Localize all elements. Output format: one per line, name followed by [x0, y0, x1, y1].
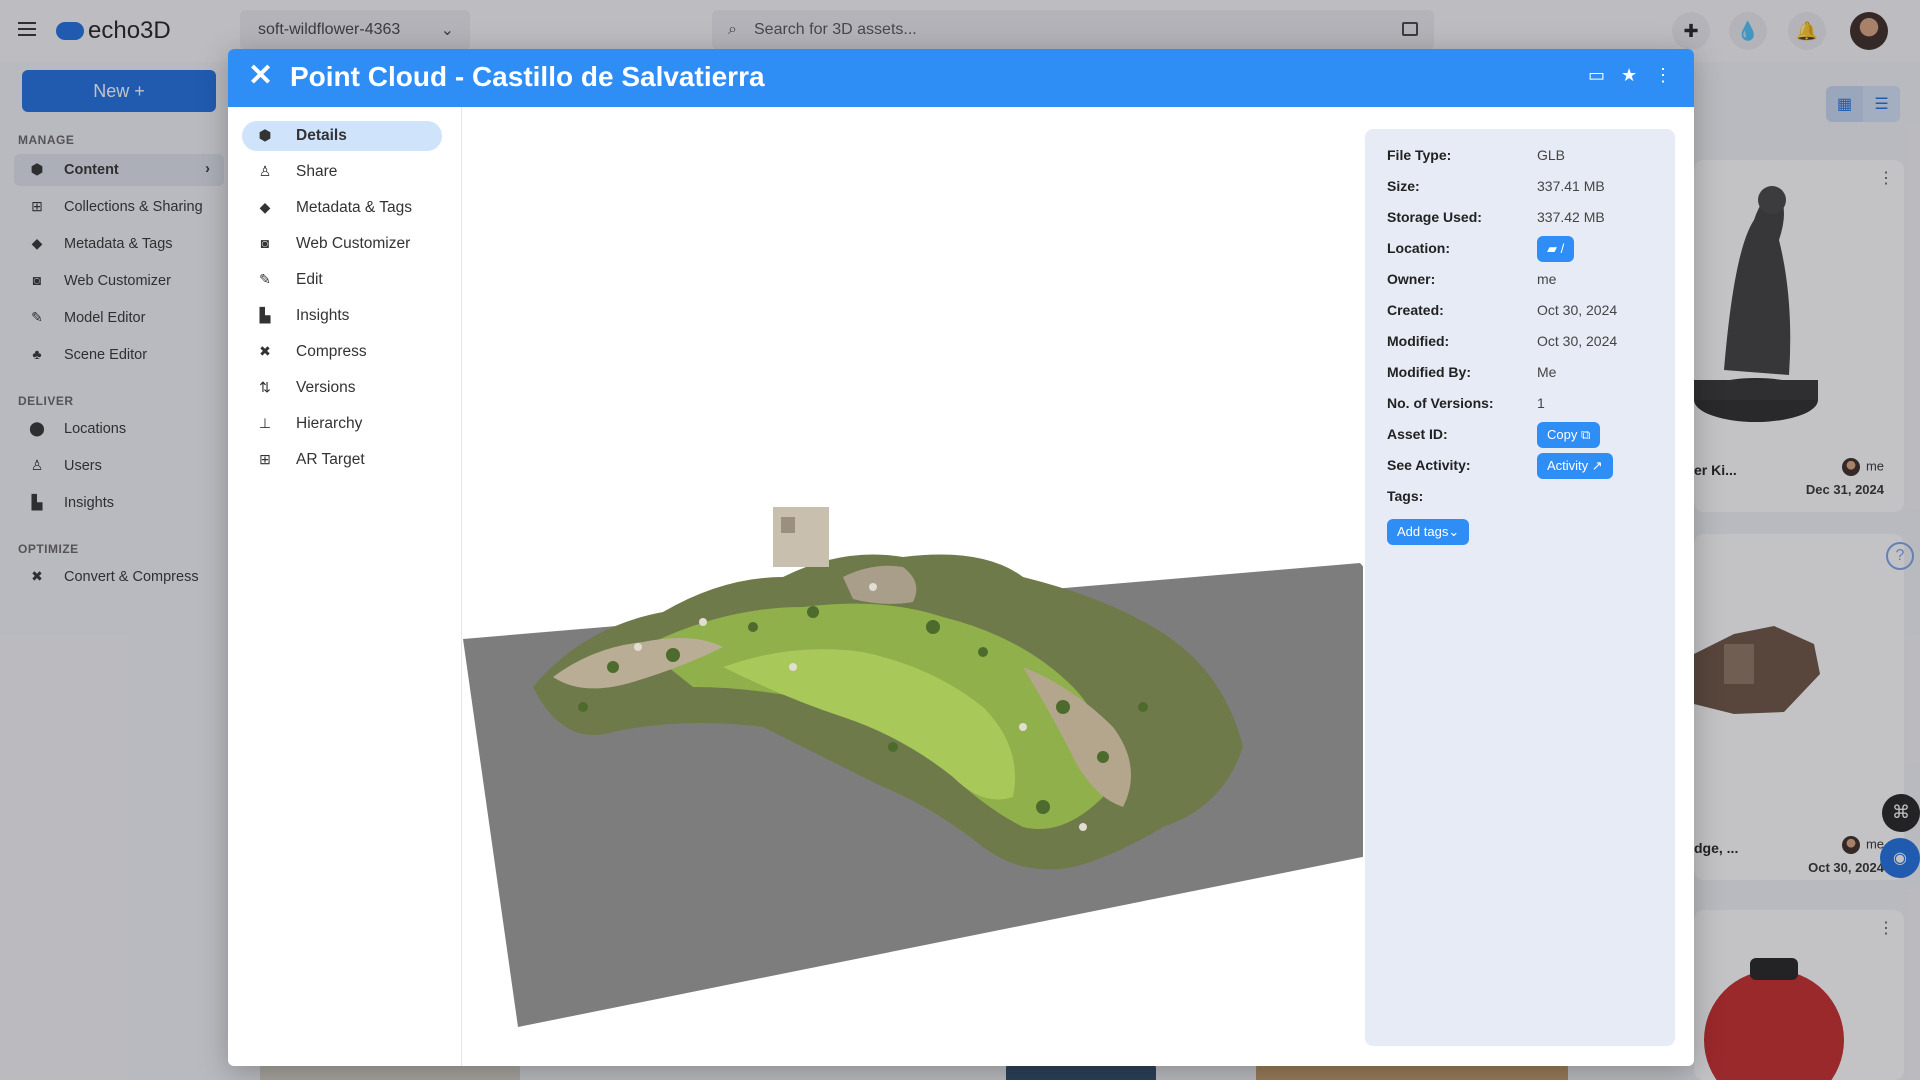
row-size: Size: 337.41 MB	[1387, 178, 1667, 198]
detail-label: Asset ID:	[1387, 426, 1448, 442]
detail-label: Owner:	[1387, 271, 1436, 287]
tab-label: AR Target	[296, 451, 365, 468]
tab-metadata[interactable]: ◆ Metadata & Tags	[242, 193, 442, 223]
modal-header: ✕ Point Cloud - Castillo de Salvatierra …	[228, 49, 1694, 107]
modal-title: Point Cloud - Castillo de Salvatierra	[290, 61, 765, 92]
tab-label: Metadata & Tags	[296, 199, 413, 216]
castle-tower	[773, 507, 829, 567]
kebab-menu-icon[interactable]: ⋮	[1654, 65, 1672, 86]
detail-value: Oct 30, 2024	[1537, 333, 1618, 349]
copy-button[interactable]: Copy ⧉	[1537, 422, 1601, 448]
tab-ar-target[interactable]: ⊞ AR Target	[242, 445, 442, 475]
row-versions: No. of Versions: 1	[1387, 395, 1667, 415]
detail-label: Modified:	[1387, 333, 1450, 349]
detail-label: Modified By:	[1387, 364, 1471, 380]
copy-icon: ⧉	[1580, 427, 1591, 442]
activity-button[interactable]: Activity ↗	[1537, 453, 1613, 479]
tab-insights[interactable]: ▙ Insights	[242, 301, 442, 331]
location-button[interactable]: ▰ /	[1537, 236, 1575, 262]
tab-label: Hierarchy	[296, 415, 363, 432]
tab-web-customizer[interactable]: ◙ Web Customizer	[242, 229, 442, 259]
cube-icon: ⬢	[258, 127, 272, 143]
qr-icon: ⊞	[259, 451, 271, 467]
tab-share[interactable]: ♙ Share	[242, 157, 442, 187]
row-file-type: File Type: GLB	[1387, 147, 1667, 167]
tower-window	[781, 517, 795, 533]
details-panel: File Type: GLB Size: 337.41 MB Storage U…	[1365, 129, 1675, 1046]
tab-label: Details	[296, 127, 347, 144]
tab-details[interactable]: ⬢ Details	[242, 121, 442, 151]
tab-hierarchy[interactable]: ⊥ Hierarchy	[242, 409, 442, 439]
tab-label: Compress	[296, 343, 367, 360]
point-cloud-render	[463, 507, 1363, 1027]
tab-edit[interactable]: ✎ Edit	[242, 265, 442, 295]
compress-icon: ✖	[259, 343, 271, 359]
location-path: /	[1560, 241, 1565, 256]
tab-versions[interactable]: ⇅ Versions	[242, 373, 442, 403]
chart-icon: ▙	[259, 307, 271, 323]
row-modified: Modified: Oct 30, 2024	[1387, 333, 1667, 353]
row-location: Location: ▰ /	[1387, 236, 1667, 262]
user-plus-icon: ♙	[258, 163, 272, 179]
chevron-down-icon: ⌄	[1448, 524, 1460, 539]
tab-compress[interactable]: ✖ Compress	[242, 337, 442, 367]
row-modified-by: Modified By: Me	[1387, 364, 1667, 384]
detail-label: No. of Versions:	[1387, 395, 1494, 411]
detail-label: Size:	[1387, 178, 1420, 194]
row-activity: See Activity: Activity ↗	[1387, 453, 1667, 479]
versions-icon: ⇅	[259, 379, 271, 395]
detail-nav: ⬢ Details ♙ Share ◆ Metadata & Tags ◙ We…	[228, 107, 462, 1066]
row-storage: Storage Used: 337.42 MB	[1387, 209, 1667, 229]
row-created: Created: Oct 30, 2024	[1387, 302, 1667, 322]
comment-icon[interactable]: ▭	[1588, 65, 1605, 86]
detail-label: Storage Used:	[1387, 209, 1482, 225]
row-tags: Tags:	[1387, 488, 1667, 508]
vr-headset-icon: ◙	[260, 235, 270, 251]
tab-label: Versions	[296, 379, 356, 396]
asset-detail-modal: ✕ Point Cloud - Castillo de Salvatierra …	[228, 49, 1694, 1066]
detail-label: Tags:	[1387, 488, 1424, 504]
detail-value: me	[1537, 271, 1557, 287]
detail-label: File Type:	[1387, 147, 1452, 163]
detail-value: Oct 30, 2024	[1537, 302, 1618, 318]
detail-value: GLB	[1537, 147, 1566, 163]
detail-label: See Activity:	[1387, 457, 1471, 473]
detail-value: 1	[1537, 395, 1545, 411]
add-tags-button[interactable]: Add tags⌄	[1387, 519, 1470, 545]
tab-label: Edit	[296, 271, 323, 288]
3d-model-viewer[interactable]	[463, 107, 1363, 1066]
close-icon[interactable]: ✕	[248, 61, 273, 91]
detail-label: Created:	[1387, 302, 1444, 318]
tab-label: Web Customizer	[296, 235, 411, 252]
detail-value: 337.41 MB	[1537, 178, 1605, 194]
detail-label: Location:	[1387, 240, 1450, 256]
row-asset-id: Asset ID: Copy ⧉	[1387, 422, 1667, 448]
pencil-icon: ✎	[259, 271, 271, 287]
copy-label: Copy	[1547, 427, 1578, 442]
tab-label: Share	[296, 163, 338, 180]
tab-label: Insights	[296, 307, 350, 324]
folder-icon: ▰	[1547, 241, 1557, 256]
hierarchy-icon: ⊥	[258, 415, 272, 431]
detail-value: Me	[1537, 364, 1557, 380]
star-icon[interactable]: ★	[1621, 65, 1637, 86]
tag-icon: ◆	[259, 199, 271, 215]
activity-label: Activity	[1547, 458, 1589, 473]
chart-icon: ↗	[1591, 458, 1603, 473]
row-owner: Owner: me	[1387, 271, 1667, 291]
detail-value: 337.42 MB	[1537, 209, 1605, 225]
add-tags-label: Add tags	[1397, 524, 1449, 539]
